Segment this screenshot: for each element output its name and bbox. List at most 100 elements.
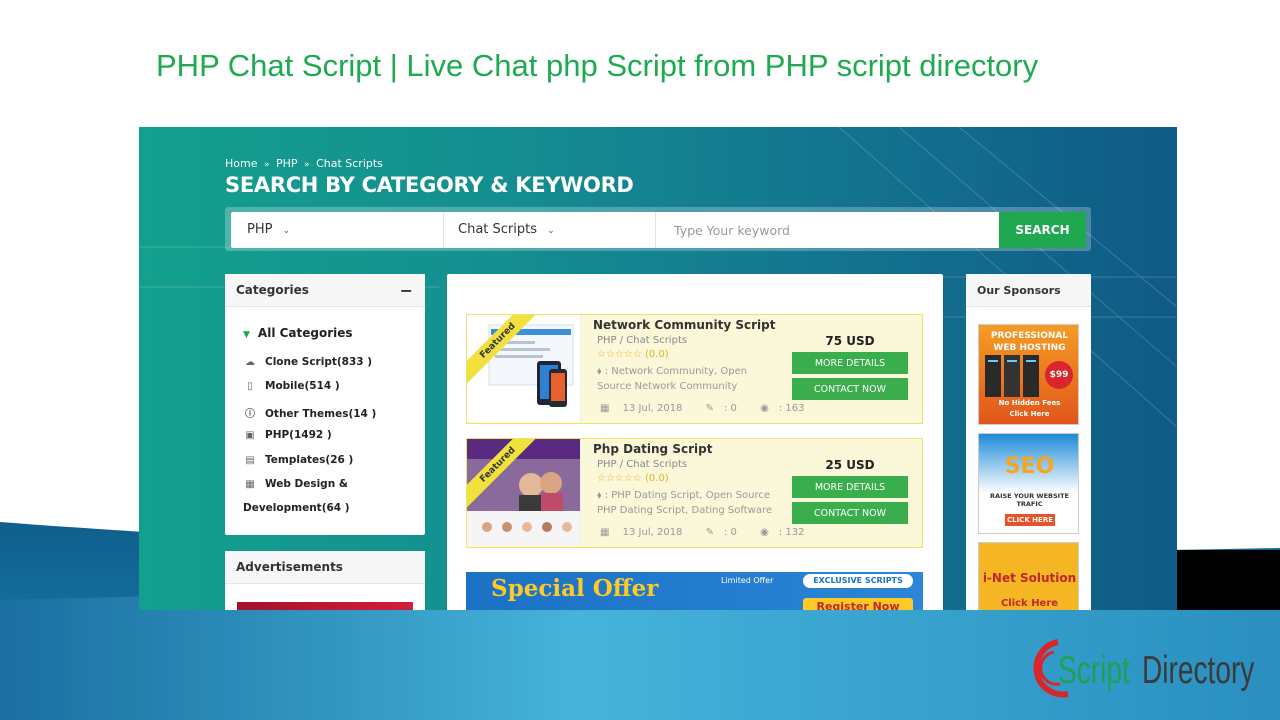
info-icon: ⓘ: [245, 409, 255, 420]
category-label: Development(64 ): [243, 502, 350, 514]
calendar-icon: ▦: [600, 527, 610, 538]
listing-views: : 132: [778, 527, 805, 538]
website-screenshot: Home » PHP » Chat Scripts SEARCH BY CATE…: [139, 127, 1177, 610]
breadcrumb-separator: »: [263, 160, 270, 170]
listing-title[interactable]: Network Community Script: [593, 318, 775, 332]
sponsor-ad-sub: No Hidden Fees: [998, 399, 1061, 407]
breadcrumb-home[interactable]: Home: [225, 157, 257, 170]
listing-meta: ▦ 13 Jul, 2018 ✎: 0 ◉: 132: [600, 527, 824, 538]
listing-reviews: : 0: [724, 403, 737, 414]
sponsor-ad-cta: Click Here: [1009, 410, 1050, 418]
logo-word-directory: Directory: [1142, 649, 1255, 692]
category-item-other-themes[interactable]: ⓘ Other Themes(14 ): [243, 405, 376, 420]
more-details-button[interactable]: MORE DETAILS: [792, 352, 908, 374]
register-now-button[interactable]: Register Now: [803, 598, 913, 610]
sponsor-ad-cta: CLICK HERE: [1005, 514, 1055, 526]
all-categories-link[interactable]: ▼ All Categories: [243, 326, 353, 340]
breadcrumb-separator: »: [304, 160, 310, 170]
listing-price: 25 USD: [825, 458, 875, 472]
subcategory-select[interactable]: Chat Scripts ⌄: [444, 212, 656, 248]
offer-limited-label: Limited Offer: [721, 576, 774, 585]
category-item-php[interactable]: ▣ PHP(1492 ): [243, 429, 332, 441]
listing-card: Featured Network Community Script PHP / …: [466, 314, 923, 424]
listing-views: : 163: [778, 403, 805, 414]
advertisement-banner[interactable]: [237, 602, 413, 610]
listings-panel: Featured Network Community Script PHP / …: [447, 274, 943, 610]
logo-word-script: Script: [1058, 649, 1130, 692]
page-heading: SEARCH BY CATEGORY & KEYWORD: [225, 173, 634, 197]
document-icon: ▤: [245, 455, 255, 466]
search-bar-inner: PHP ⌄ Chat Scripts ⌄ SEARCH: [231, 212, 1086, 248]
breadcrumb-chat-scripts[interactable]: Chat Scripts: [316, 157, 383, 170]
listing-category[interactable]: PHP / Chat Scripts: [597, 459, 687, 470]
listing-tags: ⬧ : PHP Dating Script, Open Source PHP D…: [597, 488, 772, 518]
listing-card: Featured Php Dating Script PHP / Chat Sc…: [466, 438, 923, 548]
tag-icon: ⬧: [597, 490, 602, 501]
chevron-down-icon: ⌄: [547, 226, 555, 236]
sponsor-ad-line1: SEO: [1004, 454, 1055, 479]
sponsor-ad-inet-solution[interactable]: i-Net Solution Click Here: [978, 542, 1079, 610]
contact-now-button[interactable]: CONTACT NOW: [792, 378, 908, 400]
server-rack-icon: [985, 355, 1039, 397]
sponsor-ad-line1: PROFESSIONAL: [990, 331, 1069, 341]
advertisements-panel: Advertisements: [225, 551, 425, 610]
category-label: Other Themes(14 ): [265, 408, 377, 420]
cloud-icon: ☁: [245, 357, 255, 368]
listing-thumbnail[interactable]: Featured: [467, 439, 581, 546]
edit-icon: ✎: [705, 527, 714, 538]
listing-tags-text: : Network Community, Open Source Network…: [597, 366, 748, 392]
listing-date: 13 Jul, 2018: [622, 527, 683, 538]
category-label: Web Design &: [265, 478, 348, 490]
listing-price: 75 USD: [825, 334, 875, 348]
category-item-templates[interactable]: ▤ Templates(26 ): [243, 454, 353, 466]
listing-title[interactable]: Php Dating Script: [593, 442, 712, 456]
offer-headline: Special Offer: [491, 575, 659, 602]
exclusive-scripts-badge: EXCLUSIVE SCRIPTS: [803, 574, 913, 588]
category-label: PHP(1492 ): [265, 429, 332, 441]
php-icon: ▣: [245, 430, 255, 441]
printer-icon: ▦: [245, 479, 255, 490]
listing-meta: ▦ 13 Jul, 2018 ✎: 0 ◉: 163: [600, 403, 824, 414]
listing-tags: ⬧ : Network Community, Open Source Netwo…: [597, 364, 772, 394]
sponsor-ad-web-hosting[interactable]: PROFESSIONAL WEB HOSTING $99 No Hidden F…: [978, 324, 1079, 425]
network-script-screenshot: [488, 324, 574, 407]
subcategory-select-value: Chat Scripts: [458, 222, 537, 237]
sponsor-ad-line2: WEB HOSTING: [993, 343, 1066, 353]
categories-header: Categories −: [225, 274, 425, 307]
breadcrumb-php[interactable]: PHP: [276, 157, 298, 170]
categories-panel: Categories − ▼ All Categories ☁ Clone Scri…: [225, 274, 425, 535]
triangle-down-icon: ▼: [243, 330, 250, 340]
contact-now-button[interactable]: CONTACT NOW: [792, 502, 908, 524]
listing-thumbnail[interactable]: Featured: [467, 315, 581, 422]
listing-category[interactable]: PHP / Chat Scripts: [597, 335, 687, 346]
search-button[interactable]: SEARCH: [999, 212, 1086, 248]
price-badge: $99: [1045, 361, 1073, 389]
sponsor-ad-cta: Click Here: [1000, 598, 1059, 609]
collapse-button[interactable]: −: [400, 274, 413, 307]
edit-icon: ✎: [705, 403, 714, 414]
eye-icon: ◉: [760, 403, 769, 414]
listing-rating: ☆☆☆☆☆ (0.0): [597, 349, 669, 360]
slide-title: PHP Chat Script | Live Chat php Script f…: [156, 48, 1039, 83]
category-item-web-design-line2[interactable]: Development(64 ): [243, 502, 350, 514]
sponsors-header: Our Sponsors: [966, 274, 1091, 307]
category-label: Templates(26 ): [265, 454, 354, 466]
sponsors-panel: Our Sponsors PROFESSIONAL WEB HOSTING $9…: [966, 274, 1091, 610]
categories-title: Categories: [236, 283, 309, 297]
category-item-mobile[interactable]: ▯ Mobile(514 ): [243, 380, 339, 392]
breadcrumb: Home » PHP » Chat Scripts: [225, 157, 386, 170]
advertisements-header: Advertisements: [225, 551, 425, 584]
category-select[interactable]: PHP ⌄: [231, 212, 444, 248]
sponsor-ad-seo[interactable]: SEO RAISE YOUR WEBSITE TRAFIC CLICK HERE: [978, 433, 1079, 534]
sponsor-ad-line2: RAISE YOUR WEBSITE TRAFIC: [990, 492, 1069, 508]
more-details-button[interactable]: MORE DETAILS: [792, 476, 908, 498]
sponsor-ad-line1: i-Net Solution: [982, 571, 1077, 585]
special-offer-banner[interactable]: Special Offer Limited Offer EXCLUSIVE SC…: [466, 572, 923, 610]
category-item-web-design[interactable]: ▦ Web Design &: [243, 478, 348, 490]
mobile-icon: ▯: [247, 381, 253, 392]
keyword-input[interactable]: [656, 212, 999, 248]
category-item-clone-script[interactable]: ☁ Clone Script(833 ): [243, 356, 372, 368]
listing-reviews: : 0: [724, 527, 737, 538]
all-categories-label: All Categories: [257, 326, 353, 340]
category-select-value: PHP: [247, 222, 273, 237]
